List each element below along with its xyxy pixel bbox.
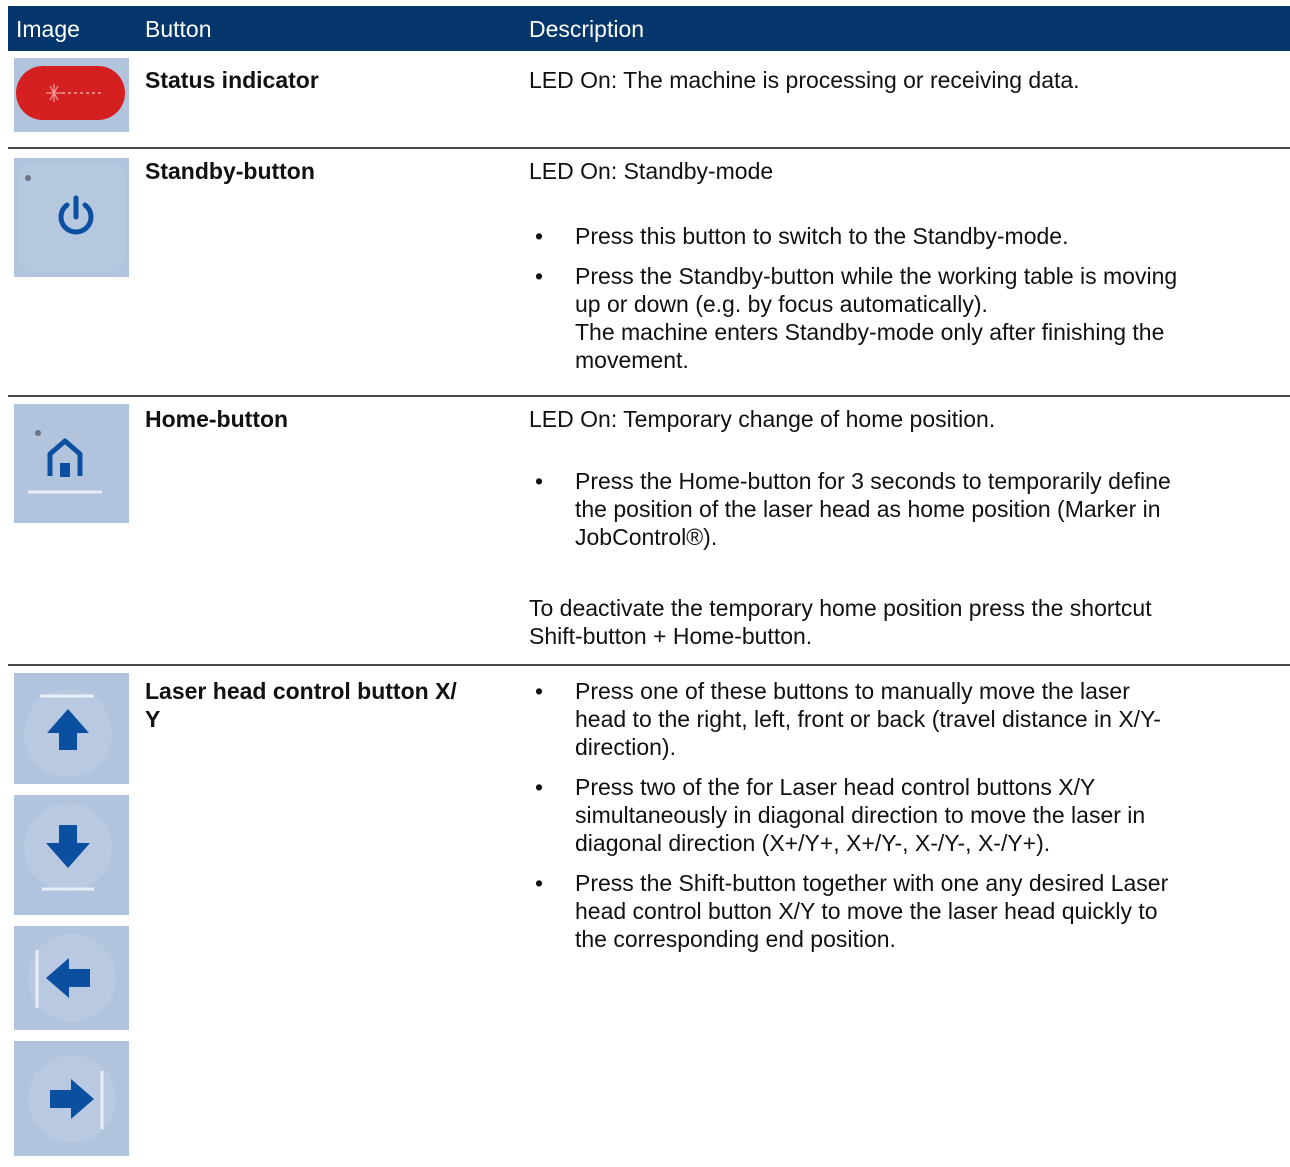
laser-head-bullet-list: • Press one of these buttons to manually… [529,677,1279,965]
standby-led-text: LED On: Standby-mode [529,158,774,184]
status-indicator-led-icon [14,58,129,132]
arrow-right-end-icon [14,1041,129,1156]
list-item: • Press the Shift-button together with o… [535,870,1169,952]
header-image: Image [16,16,80,42]
power-icon [14,158,129,277]
status-led-text: LED On: The machine is processing or rec… [529,67,1080,93]
home-note: To deactivate the temporary home positio… [529,595,1152,649]
list-item: • Press the Home-button for 3 seconds to… [535,468,1171,550]
arrow-up-button-image [14,673,129,784]
standby-bullet-list: • Press this button to switch to the Sta… [529,222,1279,386]
arrow-left-button-image [14,926,129,1030]
list-item: • Press the Standby-button while the wor… [535,263,1178,373]
row-divider [8,664,1290,666]
header-description: Description [529,16,645,42]
button-name-home: Home-button [145,406,289,432]
home-icon [14,404,129,523]
arrow-down-button-image [14,795,129,915]
arrow-right-button-image [14,1041,129,1156]
list-item: • Press one of these buttons to manually… [535,678,1161,760]
arrow-left-end-icon [14,926,129,1030]
list-item: • Press this button to switch to the Sta… [535,223,1069,249]
arrow-up-icon [14,673,129,784]
home-button-image [14,404,129,523]
button-name-laser-head: Laser head control button X/ Y [145,678,457,732]
list-item: • Press two of the for Laser head contro… [535,774,1146,856]
home-bullet-list: • Press the Home-button for 3 seconds to… [529,467,1279,563]
home-led-text: LED On: Temporary change of home positio… [529,406,996,432]
arrow-down-icon [14,795,129,915]
standby-button-image [14,158,129,277]
button-name-standby: Standby-button [145,158,315,184]
table-header: Image Button Description [8,6,1290,51]
row-divider [8,147,1290,149]
row-divider [8,395,1290,397]
button-name-status: Status indicator [145,67,319,93]
status-indicator-image [14,58,129,132]
header-button: Button [145,16,212,42]
